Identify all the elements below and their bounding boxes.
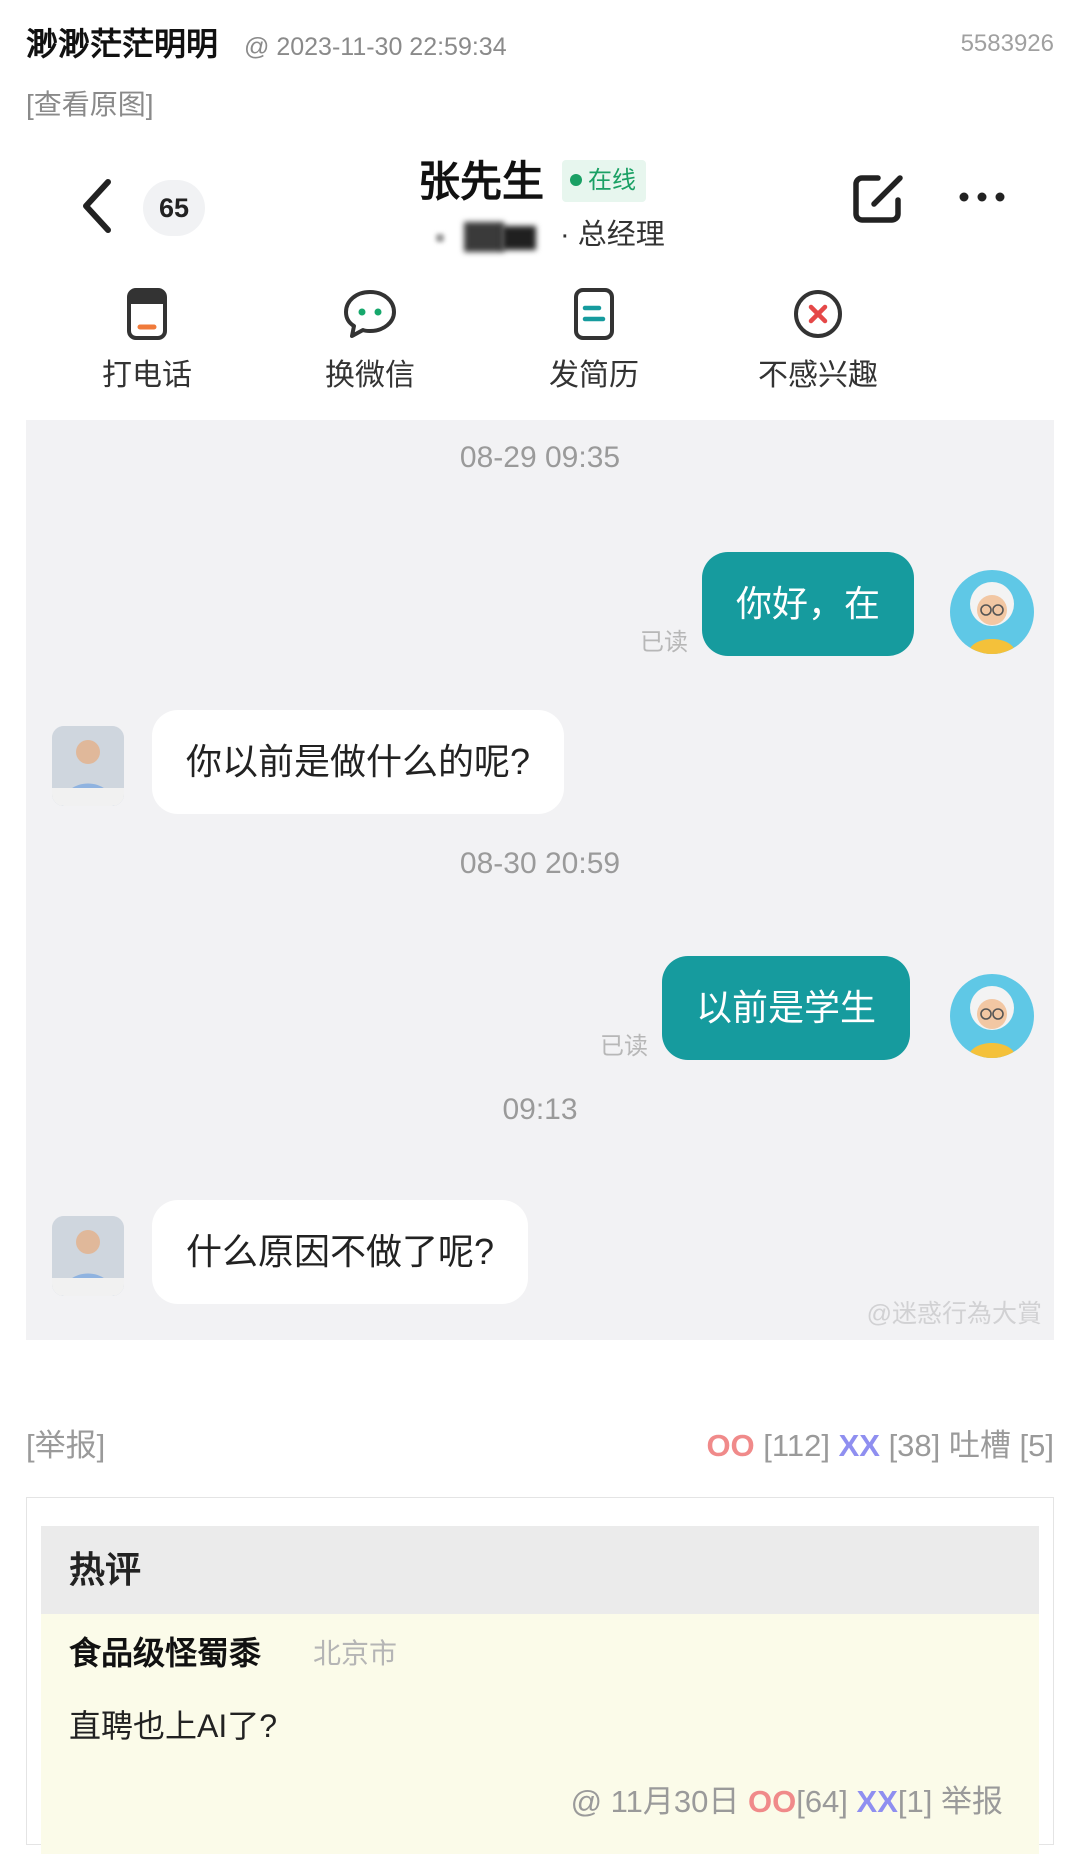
action-call[interactable]: 打电话 [47,270,247,420]
incoming-message: 你以前是做什么的呢? [152,710,565,814]
hot-comment: 食品级怪蜀黍 北京市 直聘也上AI了? @ 11月30日 OO[64] XX[1… [41,1614,1039,1854]
contact-name: 张先生 [418,158,545,205]
action-resume-label: 发简历 [549,359,639,392]
comment-xx-count: [1] [897,1784,933,1819]
comment-report-link[interactable]: 举报 [941,1784,1003,1819]
comments-link[interactable]: 吐槽 [949,1428,1011,1463]
comment-author[interactable]: 食品级怪蜀黍 [69,1628,261,1678]
comments-count: [5] [1019,1428,1054,1463]
contact-avatar [52,1216,124,1296]
contact-avatar [52,726,124,806]
xx-vote-button[interactable]: XX [839,1428,880,1463]
action-resume[interactable]: 发简历 [494,270,694,420]
action-not-interested-label: 不感兴趣 [758,359,878,392]
view-original-link[interactable]: [查看原图] [26,85,154,125]
oo-count: [112] [763,1428,830,1463]
outgoing-message: 以前是学生 [662,956,911,1060]
watermark: @迷惑行為大賞 [866,1300,1042,1328]
online-dot-icon [570,173,582,186]
wechat-icon [344,290,396,338]
unread-count-badge: 65 [143,180,205,236]
comment-text: 直聘也上AI了? [69,1708,278,1744]
job-title: · 总经理 [560,219,665,251]
action-bar: 打电话 换微信 发简历 不感兴趣 [26,270,1054,420]
resume-icon [574,288,614,340]
chat-messages: 08-29 09:35 已读 你好，在 你以前是做什么的呢? 08-30 20:… [26,420,1054,1340]
company-name-redacted [436,222,542,252]
read-status: 已读 [640,629,688,656]
comment-location: 北京市 [313,1638,398,1669]
back-arrow-icon[interactable] [78,176,114,236]
comment-meta: @ 11月30日 OO[64] XX[1] 举报 [571,1780,1003,1824]
comment-oo-button[interactable]: OO [748,1784,796,1819]
report-link[interactable]: [举报] [26,1424,105,1468]
self-avatar [950,570,1034,654]
post-timestamp: @ 2023-11-30 22:59:34 [244,33,507,61]
phone-icon [127,288,167,340]
post-header: 渺渺茫茫明明 @ 2023-11-30 22:59:34 5583926 [26,18,1054,70]
read-status: 已读 [600,1033,648,1060]
vote-bar: OO [112] XX [38] 吐槽 [5] [706,1424,1054,1468]
self-avatar [950,974,1034,1058]
comment-xx-button[interactable]: XX [857,1784,898,1819]
hot-comments-title: 热评 [69,1549,142,1590]
action-call-label: 打电话 [102,359,192,392]
post-author[interactable]: 渺渺茫茫明明 [26,18,218,70]
message-time: 08-29 09:35 [459,441,621,474]
action-wechat-label: 换微信 [325,359,415,392]
hot-comments-box: 热评 食品级怪蜀黍 北京市 直聘也上AI了? @ 11月30日 OO[64] X… [26,1497,1054,1854]
online-status-text: 在线 [588,167,636,194]
action-wechat[interactable]: 换微信 [270,270,470,420]
not-interested-icon [794,290,842,338]
edit-icon[interactable] [848,168,908,228]
more-options-icon[interactable] [956,182,1008,212]
comment-oo-count: [64] [796,1784,848,1819]
comment-date: @ 11月30日 [570,1784,740,1819]
incoming-message: 什么原因不做了呢? [152,1200,529,1304]
message-time: 09:13 [502,1093,578,1126]
action-not-interested[interactable]: 不感兴趣 [718,270,918,420]
message-time: 08-30 20:59 [459,847,621,880]
outgoing-message: 你好，在 [702,552,915,656]
hot-comments-header: 热评 [41,1526,1039,1614]
online-status-badge: 在线 [562,160,646,202]
chat-screenshot: 65 张先生 在线 · 总经理 打电话 换微信 发简历 不感兴趣 08-29 0… [26,140,1054,1340]
chat-topbar: 65 张先生 在线 · 总经理 [26,140,1054,270]
post-id[interactable]: 5583926 [961,24,1054,64]
oo-vote-button[interactable]: OO [706,1428,754,1463]
xx-count: [38] [888,1428,941,1463]
